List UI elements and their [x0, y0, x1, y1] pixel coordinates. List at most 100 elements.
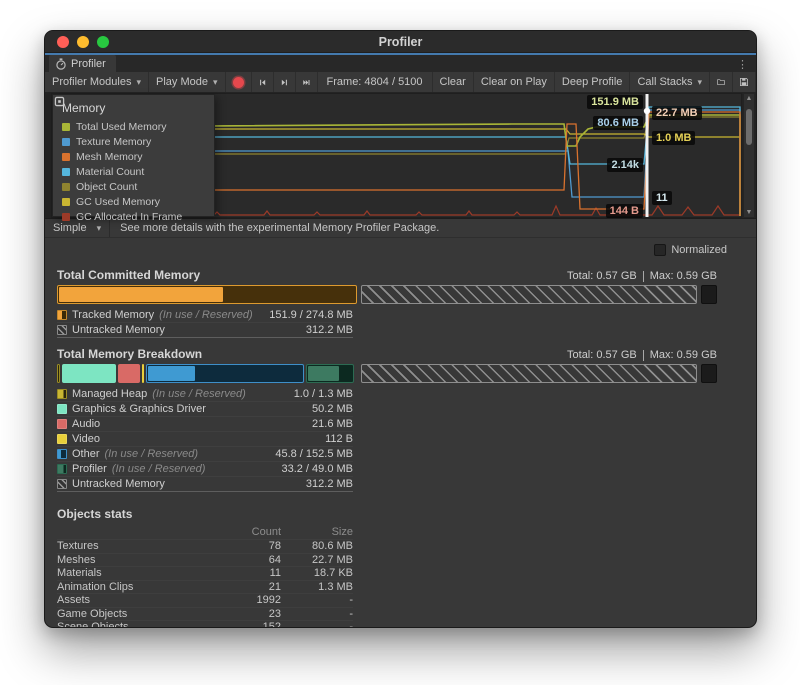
folder-open-icon — [717, 76, 725, 88]
breakdown-segments — [57, 364, 357, 383]
object-size: 1.3 MB — [281, 581, 353, 593]
previous-frame-button[interactable] — [252, 72, 274, 92]
chevron-down-icon: ▾ — [213, 77, 218, 88]
zoom-traffic-light-icon[interactable] — [97, 36, 109, 48]
close-traffic-light-icon[interactable] — [57, 36, 69, 48]
module-legend-item[interactable]: Texture Memory — [53, 134, 214, 149]
objects-table-row: Animation Clips 21 1.3 MB — [57, 580, 353, 594]
objects-table-row: Game Objects 23 - — [57, 607, 353, 621]
breakdown-segment — [118, 364, 140, 383]
committed-end-box — [701, 285, 717, 304]
legend-value: 33.2 / 49.0 MB — [281, 463, 353, 475]
chart-value-callout: 11 — [652, 191, 672, 205]
module-legend-item[interactable]: Mesh Memory — [53, 149, 214, 164]
call-stacks-dropdown[interactable]: Call Stacks ▾ — [630, 72, 710, 92]
object-size: 18.7 KB — [281, 567, 353, 579]
module-legend-item[interactable]: Total Used Memory — [53, 119, 214, 134]
legend-label: Tracked Memory — [72, 309, 154, 321]
legend-label: Video — [72, 433, 100, 445]
breakdown-header: Total Memory Breakdown Total: 0.57 GB Ma… — [57, 346, 717, 361]
legend-label: Untracked Memory — [72, 478, 165, 490]
objects-size-column: Size — [281, 526, 353, 538]
skip-to-last-icon — [303, 77, 310, 88]
committed-untracked-hatch — [361, 285, 697, 304]
series-label: Texture Memory — [76, 136, 151, 148]
legend-value: 1.0 / 1.3 MB — [294, 388, 353, 400]
chevron-down-icon: ▾ — [136, 77, 141, 88]
memory-legend-row: Other (In use / Reserved) 45.8 / 152.5 M… — [57, 447, 353, 462]
objects-table-row: Materials 11 18.7 KB — [57, 566, 353, 580]
toolbar: Profiler Modules ▾ Play Mode ▾ Frame: 48… — [45, 72, 756, 93]
module-legend-item[interactable]: GC Allocated In Frame — [53, 209, 214, 224]
committed-header: Total Committed Memory Total: 0.57 GB Ma… — [57, 267, 717, 282]
object-size: 22.7 MB — [281, 554, 353, 566]
objects-stats-table: Count Size Textures 78 80.6 MB Meshes 64… — [57, 524, 353, 628]
record-button[interactable] — [226, 72, 252, 92]
breakdown-segment — [142, 364, 144, 383]
object-name: Assets — [57, 594, 223, 606]
module-legend-item[interactable]: Object Count — [53, 179, 214, 194]
frame-counter: Frame: 4804 / 5100 — [318, 72, 433, 92]
memory-module-header[interactable]: Memory — [53, 95, 214, 119]
series-color-swatch — [62, 153, 70, 161]
legend-value: 21.6 MB — [312, 418, 353, 430]
current-frame-button[interactable] — [296, 72, 318, 92]
object-count: 64 — [223, 554, 281, 566]
chart-value-callout: 2.14k — [607, 158, 643, 172]
breakdown-totals: Total: 0.57 GB Max: 0.59 GB — [567, 349, 717, 361]
chart-scrollbar[interactable]: ▲ ▼ — [743, 93, 755, 218]
tab-profiler[interactable]: Profiler — [49, 55, 116, 72]
legend-value: 312.2 MB — [306, 478, 353, 490]
module-legend-item[interactable]: Material Count — [53, 164, 214, 179]
selected-frame-marker — [644, 108, 650, 114]
legend-swatch — [57, 325, 67, 335]
scroll-up-icon[interactable]: ▲ — [744, 95, 754, 102]
series-color-swatch — [62, 168, 70, 176]
titlebar[interactable]: Profiler — [45, 31, 756, 53]
play-mode-label: Play Mode — [156, 76, 208, 88]
profiler-stopwatch-icon — [55, 58, 67, 70]
series-color-swatch — [62, 183, 70, 191]
clear-on-play-button[interactable]: Clear on Play — [474, 72, 555, 92]
chart-value-callout: 22.7 MB — [652, 106, 702, 120]
next-frame-button[interactable] — [274, 72, 296, 92]
objects-table-row: Scene Objects 152 - — [57, 620, 353, 628]
series-color-swatch — [62, 123, 70, 131]
save-floppy-icon — [740, 76, 748, 88]
chart-value-callout: 151.9 MB — [587, 95, 643, 109]
tab-overflow-menu-icon[interactable]: ⋮ — [737, 58, 748, 71]
object-size: - — [281, 594, 353, 606]
deep-profile-button[interactable]: Deep Profile — [555, 72, 631, 92]
clear-button[interactable]: Clear — [433, 72, 474, 92]
load-profile-button[interactable] — [710, 72, 733, 92]
object-size: - — [281, 608, 353, 620]
scroll-down-icon[interactable]: ▼ — [744, 209, 754, 216]
legend-swatch — [57, 464, 67, 474]
save-profile-button[interactable] — [733, 72, 756, 92]
committed-legend: Tracked Memory (In use / Reserved) 151.9… — [57, 308, 353, 338]
legend-value: 50.2 MB — [312, 403, 353, 415]
committed-max: Max: 0.59 GB — [650, 270, 717, 282]
legend-swatch — [57, 479, 67, 489]
help-button[interactable]: ? — [756, 72, 757, 92]
breakdown-segment — [62, 364, 116, 383]
chart-area[interactable]: Memory Total Used Memory Texture MemoryMe… — [51, 93, 742, 218]
breakdown-title: Total Memory Breakdown — [57, 347, 202, 361]
skip-back-icon — [259, 77, 266, 88]
breakdown-total: Total: 0.57 GB — [567, 349, 637, 361]
normalized-checkbox[interactable] — [654, 244, 666, 256]
scrollbar-thumb[interactable] — [746, 109, 752, 145]
series-color-swatch — [62, 198, 70, 206]
memory-module-panel: Memory Total Used Memory Texture MemoryMe… — [52, 94, 215, 217]
profiler-modules-dropdown[interactable]: Profiler Modules ▾ — [45, 72, 149, 92]
play-mode-dropdown[interactable]: Play Mode ▾ — [149, 72, 226, 92]
object-count: 23 — [223, 608, 281, 620]
legend-value: 312.2 MB — [306, 324, 353, 336]
objects-table-body: Textures 78 80.6 MB Meshes 64 22.7 MB Ma… — [57, 539, 353, 628]
minimize-traffic-light-icon[interactable] — [77, 36, 89, 48]
object-count: 1992 — [223, 594, 281, 606]
object-name: Meshes — [57, 554, 223, 566]
object-name: Textures — [57, 540, 223, 552]
module-legend-item[interactable]: GC Used Memory — [53, 194, 214, 209]
memory-legend-row: Profiler (In use / Reserved) 33.2 / 49.0… — [57, 462, 353, 477]
